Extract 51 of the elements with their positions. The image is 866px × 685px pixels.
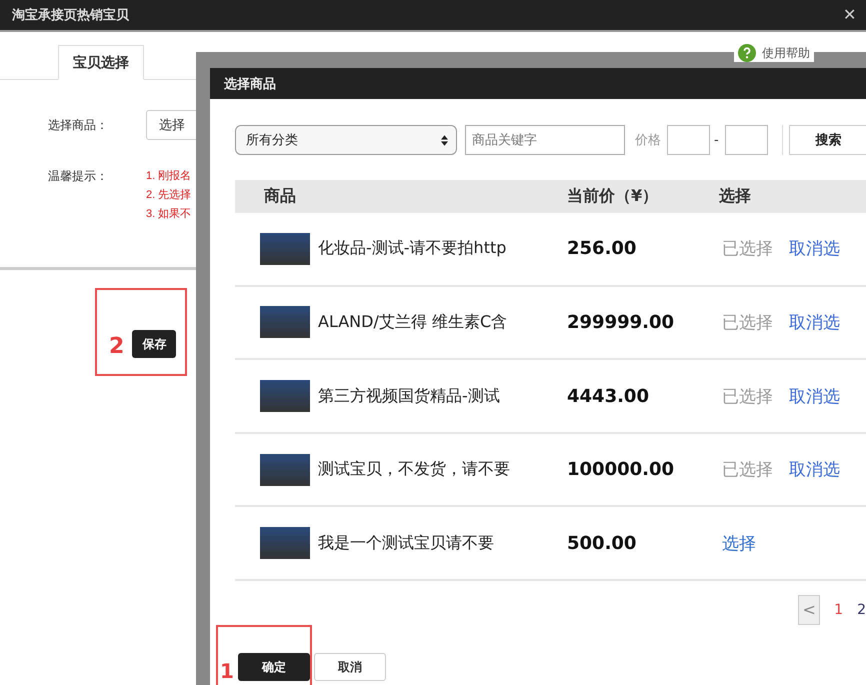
callout-number: 2 <box>109 336 124 358</box>
price-cell-text: 500.00 <box>567 532 638 554</box>
column-header: 选择 <box>719 186 751 207</box>
photo-placeholder <box>260 454 310 486</box>
selected-status: 已选择 <box>722 386 773 408</box>
deselect-link[interactable]: 取消选 <box>789 237 840 260</box>
photo-placeholder <box>260 306 310 338</box>
selected-status: 已选择 <box>722 238 773 260</box>
sort-arrows-icon <box>441 134 448 146</box>
price-cell-text: 4443.00 <box>567 386 650 407</box>
min-price-input[interactable] <box>667 125 710 156</box>
column-header: 商品 <box>263 186 297 207</box>
deselect-link[interactable]: 取消选 <box>789 458 840 482</box>
page-link[interactable]: 1 <box>834 602 844 618</box>
price-cell-text: 100000.00 <box>567 459 676 480</box>
product-name: 第三方视频国货精品-测试 <box>318 386 501 407</box>
tab[interactable]: 宝贝选择 <box>58 45 144 80</box>
column-header: 当前价（¥） <box>567 186 660 207</box>
price-cell-text: 299999.00 <box>567 312 676 333</box>
range-separator: - <box>714 132 719 148</box>
selected-status: 已选择 <box>722 312 773 334</box>
photo-placeholder <box>260 527 310 560</box>
photo-placeholder <box>260 232 310 265</box>
photo-placeholder <box>260 380 310 412</box>
save-button[interactable]: 保存 <box>132 330 176 358</box>
search-button[interactable]: 搜索 <box>788 125 866 156</box>
selected-status: 已选择 <box>722 459 773 482</box>
tip-text: 3. 如果不 <box>146 207 192 221</box>
product-name: 测试宝贝，不发货，请不要 <box>318 459 511 480</box>
tip-text: 1. 刚报名 <box>146 169 192 183</box>
price-label: 价格 <box>635 132 661 150</box>
deselect-link[interactable]: 取消选 <box>789 310 840 334</box>
page-link[interactable]: 2 <box>857 602 866 618</box>
max-price-input[interactable] <box>724 125 768 156</box>
product-name: ALAND/艾兰得 维生素C含 <box>318 312 508 333</box>
select-link[interactable]: 选择 <box>722 532 756 555</box>
field-label: 选择商品： <box>48 116 109 134</box>
field-label: 温馨提示： <box>48 168 109 185</box>
keyword-input[interactable]: 商品关键字 <box>465 125 625 156</box>
category-select[interactable]: 所有分类 <box>235 125 457 156</box>
dialog-title: 选择商品 <box>224 76 276 93</box>
confirm-button[interactable]: 确定 <box>238 653 310 681</box>
product-name: 化妆品-测试-请不要拍http <box>318 238 508 260</box>
callout-number: 1 <box>220 661 234 681</box>
product-name: 我是一个测试宝贝请不要 <box>318 532 495 554</box>
close-button[interactable]: ✕ <box>843 5 856 25</box>
cancel-button[interactable]: 取消 <box>314 653 386 681</box>
tip-text: 2. 先选择 <box>146 188 192 202</box>
deselect-link[interactable]: 取消选 <box>789 384 840 408</box>
window-title: 淘宝承接页热销宝贝 <box>12 6 129 24</box>
price-cell-text: 256.00 <box>567 238 638 260</box>
